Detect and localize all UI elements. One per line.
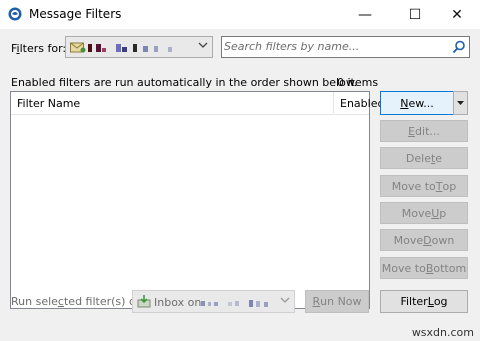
list-header: Filter Name Enabled (11, 92, 384, 115)
search-icon[interactable] (452, 40, 466, 57)
redacted-account-name (88, 42, 188, 52)
new-dropdown-button[interactable] (453, 91, 468, 115)
move-to-bottom-button[interactable]: Move to Bottom (380, 257, 468, 279)
watermark: wsxdn.com (411, 326, 474, 339)
run-on-folder-select[interactable]: Inbox on (132, 290, 295, 313)
move-to-top-button[interactable]: Move to Top (380, 175, 468, 197)
run-on-folder-value: Inbox on (154, 296, 202, 309)
chevron-down-icon (280, 295, 290, 308)
info-text: Enabled filters are run automatically in… (11, 76, 358, 89)
title-bar: Message Filters — ☐ ✕ (0, 0, 480, 29)
filter-count: 0 items (337, 76, 379, 89)
redacted-account-name (201, 298, 273, 307)
new-button[interactable]: New... (380, 91, 454, 115)
chevron-down-icon (198, 40, 208, 53)
move-up-button[interactable]: Move Up (380, 202, 468, 224)
search-input[interactable] (224, 39, 446, 54)
filters-for-label: Filters for: (11, 42, 67, 55)
inbox-icon (137, 294, 151, 311)
edit-button[interactable]: Edit... (380, 120, 468, 142)
column-divider[interactable] (333, 92, 334, 113)
filter-log-button[interactable]: Filter Log (380, 290, 468, 313)
minimize-button[interactable]: — (342, 0, 388, 29)
dialog-body: Filters for: Enabled f (0, 29, 480, 341)
run-now-button[interactable]: Run Now (305, 290, 369, 313)
maximize-button[interactable]: ☐ (392, 0, 438, 29)
column-header-enabled[interactable]: Enabled (340, 97, 384, 110)
mail-account-icon (70, 40, 86, 57)
column-header-filter-name[interactable]: Filter Name (17, 97, 80, 110)
delete-button[interactable]: Dele t e (380, 147, 468, 169)
account-select[interactable] (65, 36, 213, 58)
window-title: Message Filters (29, 7, 122, 21)
thunderbird-app-icon (8, 7, 22, 21)
close-button[interactable]: ✕ (434, 0, 480, 29)
move-down-button[interactable]: Move Down (380, 229, 468, 251)
run-on-label: Run selected filter(s) on: (11, 295, 147, 308)
dropdown-arrow-icon (457, 99, 464, 108)
filter-list[interactable]: Filter Name Enabled (10, 91, 384, 309)
search-box[interactable] (221, 36, 470, 58)
